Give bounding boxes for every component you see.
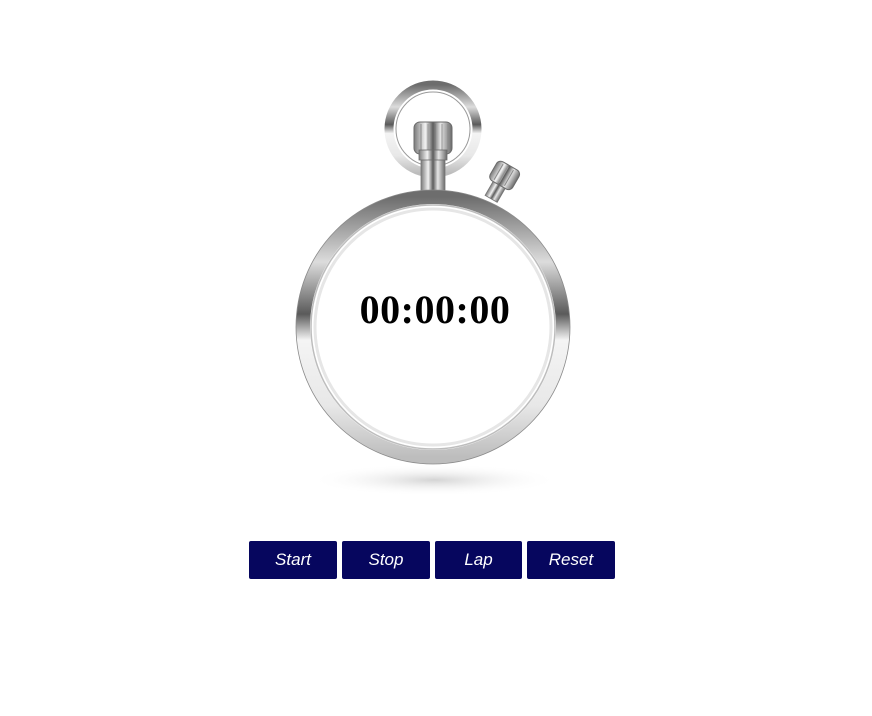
reset-button[interactable]: Reset <box>527 541 615 579</box>
time-display: 00:00:00 <box>359 287 511 332</box>
stop-button[interactable]: Stop <box>342 541 430 579</box>
start-button[interactable]: Start <box>249 541 337 579</box>
lap-button[interactable]: Lap <box>435 541 522 579</box>
stopwatch-image <box>200 60 670 510</box>
stopwatch-app: 00:00:00 Start Stop Lap Reset <box>0 0 872 716</box>
control-buttons: Start Stop Lap Reset <box>249 541 615 579</box>
